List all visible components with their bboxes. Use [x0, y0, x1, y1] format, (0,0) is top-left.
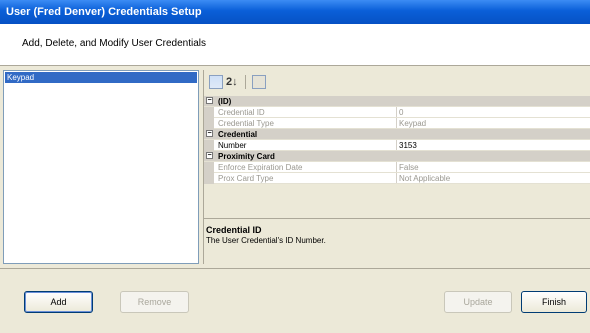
- property-name: Number: [218, 141, 247, 150]
- property-pages-icon[interactable]: [252, 75, 266, 89]
- toolbar-separator: [245, 75, 246, 89]
- property-grid-toolbar: 2↓: [204, 70, 590, 94]
- property-row-number[interactable]: Number 3153: [204, 140, 590, 151]
- category-row-credential[interactable]: − Credential: [204, 129, 590, 140]
- add-button[interactable]: Add: [24, 291, 93, 313]
- list-item-keypad[interactable]: Keypad: [5, 72, 197, 83]
- update-button[interactable]: Update: [444, 291, 512, 313]
- property-row-prox-card-type[interactable]: Prox Card Type Not Applicable: [204, 173, 590, 184]
- categorized-icon[interactable]: [209, 75, 223, 89]
- property-row-enforce-expiration-date[interactable]: Enforce Expiration Date False: [204, 162, 590, 173]
- property-row-credential-id[interactable]: Credential ID 0: [204, 107, 590, 118]
- number-value-field[interactable]: 3153: [396, 140, 589, 150]
- category-label: Credential: [218, 130, 258, 139]
- row-gutter: [204, 118, 214, 129]
- category-row-proximity-card[interactable]: − Proximity Card: [204, 151, 590, 162]
- category-label: Proximity Card: [218, 152, 275, 161]
- credential-list[interactable]: Keypad: [3, 70, 199, 264]
- description-panel: Credential ID The User Credential's ID N…: [204, 218, 590, 263]
- property-name: Prox Card Type: [218, 174, 274, 183]
- header-text: Add, Delete, and Modify User Credentials: [22, 38, 206, 49]
- category-label: (ID): [218, 97, 232, 106]
- property-name: Credential ID: [218, 108, 265, 117]
- button-bar: Add Remove Update Finish: [0, 268, 590, 333]
- window-title-bar: User (Fred Denver) Credentials Setup: [0, 0, 590, 24]
- property-value: Not Applicable: [396, 173, 589, 183]
- property-value: False: [396, 162, 589, 172]
- finish-button[interactable]: Finish: [521, 291, 587, 313]
- remove-button[interactable]: Remove: [120, 291, 189, 313]
- property-name: Enforce Expiration Date: [218, 163, 303, 172]
- property-value: 0: [396, 107, 589, 117]
- property-row-credential-type[interactable]: Credential Type Keypad: [204, 118, 590, 129]
- row-gutter: [204, 140, 214, 151]
- property-value: Keypad: [396, 118, 589, 128]
- row-gutter: [204, 162, 214, 173]
- alphabetical-icon[interactable]: 2↓: [226, 75, 240, 89]
- category-row-id[interactable]: − (ID): [204, 96, 590, 107]
- row-gutter: [204, 107, 214, 118]
- collapse-icon[interactable]: −: [206, 152, 213, 159]
- window-title: User (Fred Denver) Credentials Setup: [6, 6, 202, 18]
- description-text: The User Credential's ID Number.: [206, 236, 326, 245]
- property-grid[interactable]: − (ID) Credential ID 0 Credential Type K…: [204, 96, 590, 184]
- collapse-icon[interactable]: −: [206, 97, 213, 104]
- collapse-icon[interactable]: −: [206, 130, 213, 137]
- row-gutter: [204, 173, 214, 184]
- header-panel: Add, Delete, and Modify User Credentials: [0, 24, 590, 66]
- description-title: Credential ID: [206, 225, 262, 235]
- property-grid-panel: 2↓ − (ID) Credential ID 0 Credential Typ…: [203, 70, 590, 264]
- property-name: Credential Type: [218, 119, 274, 128]
